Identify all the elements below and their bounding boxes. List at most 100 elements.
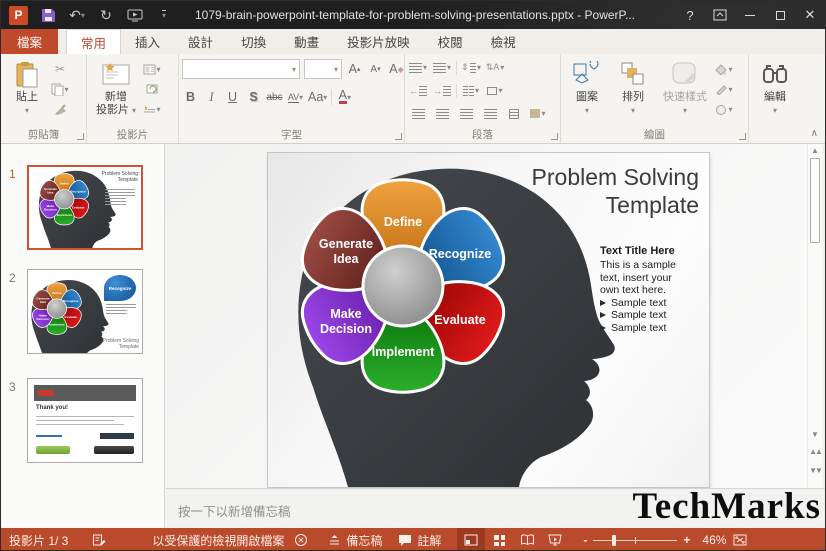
align-right-button[interactable] [456, 105, 476, 122]
align-center-button[interactable] [432, 105, 452, 122]
undo-button[interactable]: ↶▾ [68, 6, 86, 24]
collapse-ribbon-button[interactable]: ∧ [811, 128, 818, 139]
tab-file[interactable]: 檔案 [1, 29, 58, 54]
slide-thumbnail-2[interactable]: Recognize Problem SolvingTemplate [27, 269, 143, 354]
text-direction-button[interactable]: ⇅A▾ [485, 59, 505, 76]
comments-toggle[interactable]: 註解 [398, 532, 441, 549]
tab-design[interactable]: 設計 [174, 29, 227, 54]
zoom-slider-thumb[interactable] [612, 535, 616, 546]
notes-toggle[interactable]: 備忘稿 [328, 532, 382, 549]
editing-button[interactable]: 編輯 ▾ [752, 57, 798, 117]
layout-button[interactable]: ▾ [142, 61, 162, 77]
zoom-in-button[interactable]: + [683, 533, 690, 547]
quick-styles-button[interactable]: 快速樣式 ▾ [656, 57, 714, 117]
vertical-scrollbar[interactable]: ▲ ▼ ▲▲ ▼▼ [807, 144, 822, 488]
bold-button[interactable]: B [182, 88, 199, 106]
justify-button[interactable] [480, 105, 500, 122]
protected-view-message: 以受保護的檢視開啟檔案 [152, 532, 284, 549]
scroll-up-button[interactable]: ▲ [808, 146, 822, 155]
tab-insert[interactable]: 插入 [121, 29, 174, 54]
fit-slide-to-window-button[interactable] [726, 528, 754, 551]
strikethrough-button[interactable]: abc [266, 88, 283, 106]
shape-effects-button[interactable]: ▾ [714, 101, 734, 117]
section-button[interactable]: ▾ [142, 101, 162, 117]
copy-button[interactable]: ▾ [50, 81, 70, 97]
font-size-combo[interactable]: ▾ [304, 59, 342, 79]
normal-view-button[interactable] [457, 528, 485, 551]
thumbnail-3-header-band [34, 385, 136, 401]
tab-transitions[interactable]: 切換 [227, 29, 280, 54]
tab-home[interactable]: 常用 [66, 29, 121, 54]
reset-slide-button[interactable] [142, 81, 162, 97]
slide-title[interactable]: Problem Solving Template [532, 163, 699, 219]
shrink-font-button[interactable]: A▾ [367, 60, 384, 78]
spell-check-icon[interactable] [92, 533, 106, 547]
next-slide-button[interactable]: ▼▼ [808, 466, 822, 475]
editing-group: 編輯 ▾ [749, 54, 809, 143]
format-painter-button[interactable] [50, 101, 70, 117]
previous-slide-button[interactable]: ▲▲ [808, 447, 822, 456]
arrange-button[interactable]: 排列 ▾ [610, 57, 656, 117]
new-slide-button[interactable]: 新增 投影片 ▾ [90, 57, 142, 117]
close-protected-view-icon[interactable] [294, 533, 308, 547]
tab-review[interactable]: 校閱 [424, 29, 477, 54]
tab-view[interactable]: 檢視 [477, 29, 530, 54]
maximize-button[interactable] [765, 1, 795, 29]
reading-view-button[interactable] [513, 528, 541, 551]
zoom-out-button[interactable]: - [583, 533, 587, 547]
convert-smartart-button[interactable]: ▾ [528, 105, 548, 122]
columns-button[interactable]: ▾ [461, 82, 481, 99]
distribute-button[interactable] [504, 105, 524, 122]
tab-slideshow[interactable]: 投影片放映 [333, 29, 424, 54]
start-slideshow-icon[interactable] [126, 6, 144, 24]
slide-sorter-view-button[interactable] [485, 528, 513, 551]
bullets-button[interactable]: ▾ [408, 59, 428, 76]
change-case-button[interactable]: Aa▾ [308, 88, 327, 106]
slide-thumbnail-3[interactable]: Thank you! [27, 378, 143, 463]
slide-text-block[interactable]: Text Title Here This is a sample text, i… [600, 245, 704, 334]
slide-editing-canvas[interactable]: Problem Solving Template Text Title Here… [166, 144, 807, 488]
line-spacing-button[interactable]: ⇕▾ [461, 59, 481, 76]
zoom-level[interactable]: 46% [702, 533, 726, 547]
scrollbar-thumb[interactable] [810, 158, 820, 243]
align-left-button[interactable] [408, 105, 428, 122]
close-button[interactable]: ✕ [795, 1, 825, 29]
clear-formatting-button[interactable]: A◆ [388, 60, 405, 78]
shape-fill-button[interactable]: ▾ [714, 61, 734, 77]
font-color-button[interactable]: A▾ [336, 88, 353, 106]
redo-button[interactable]: ↻ [97, 6, 115, 24]
paragraph-dialog-launcher[interactable] [551, 133, 558, 140]
zoom-slider-track[interactable] [593, 540, 677, 541]
notes-placeholder[interactable]: 按一下以新增備忘稿 [178, 501, 291, 520]
underline-button[interactable]: U [224, 88, 241, 106]
slide-show-button[interactable] [541, 528, 569, 551]
current-slide[interactable]: Problem Solving Template Text Title Here… [268, 153, 709, 487]
font-name-combo[interactable]: ▾ [182, 59, 300, 79]
italic-button[interactable]: I [203, 88, 220, 106]
tab-animations[interactable]: 動畫 [280, 29, 333, 54]
paste-button[interactable]: 貼上 ▾ [4, 57, 50, 117]
text-shadow-button[interactable]: S [245, 88, 262, 106]
drawing-dialog-launcher[interactable] [739, 133, 746, 140]
minimize-button[interactable] [735, 1, 765, 29]
ribbon: 貼上 ▾ ✂ ▾ 剪貼簿 新增 投影片 ▾ [1, 54, 825, 144]
techmarks-watermark: TechMarks [569, 485, 821, 528]
clipboard-dialog-launcher[interactable] [77, 133, 84, 140]
help-button[interactable]: ? [675, 1, 705, 29]
ribbon-display-options-button[interactable] [705, 1, 735, 29]
font-dialog-launcher[interactable] [395, 133, 402, 140]
customize-qat-button[interactable]: ▾ [155, 6, 173, 24]
slide-indicator[interactable]: 投影片 1/ 3 [9, 532, 68, 549]
decrease-indent-button[interactable]: ← [408, 82, 428, 99]
character-spacing-button[interactable]: AV▾ [287, 88, 304, 106]
cut-button[interactable]: ✂ [50, 61, 70, 77]
align-text-button[interactable]: ▾ [485, 82, 505, 99]
save-icon[interactable] [39, 6, 57, 24]
numbering-button[interactable]: ▾ [432, 59, 452, 76]
grow-font-button[interactable]: A▴ [346, 60, 363, 78]
increase-indent-button[interactable]: → [432, 82, 452, 99]
slide-thumbnail-1[interactable]: Problem SolvingTemplate [27, 165, 143, 250]
shape-outline-button[interactable]: ▾ [714, 81, 734, 97]
shapes-button[interactable]: 圖案 ▾ [564, 57, 610, 117]
scroll-down-button[interactable]: ▼ [808, 430, 822, 439]
